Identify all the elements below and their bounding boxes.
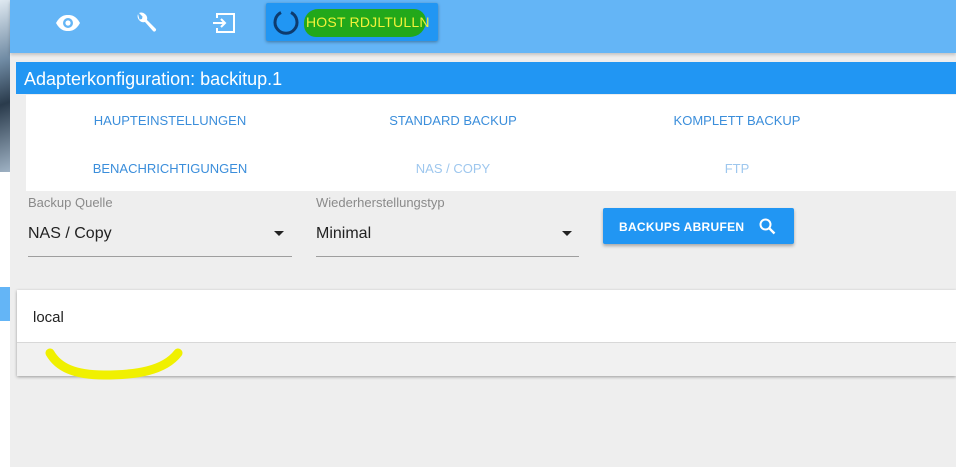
restore-type-label: Wiederherstellungstyp bbox=[316, 195, 445, 210]
tab-bar: HAUPTEINSTELLUNGEN STANDARD BACKUP KOMPL… bbox=[26, 95, 956, 191]
top-toolbar: HOST RDJLTULLN bbox=[10, 0, 956, 53]
restore-type-underline bbox=[316, 256, 579, 257]
left-accent-bar bbox=[0, 287, 10, 321]
tab-komplett-backup[interactable]: KOMPLETT BACKUP bbox=[593, 113, 881, 128]
logout-icon[interactable] bbox=[210, 9, 238, 37]
tab-haupteinstellungen[interactable]: HAUPTEINSTELLUNGEN bbox=[26, 113, 314, 128]
backup-source-select[interactable]: NAS / Copy bbox=[28, 225, 112, 243]
page-title: Adapterkonfiguration: backitup.1 bbox=[24, 69, 283, 89]
search-icon bbox=[759, 218, 776, 235]
tab-ftp[interactable]: FTP bbox=[593, 161, 881, 176]
tab-benachrichtigungen[interactable]: BENACHRICHTIGUNGEN bbox=[26, 161, 314, 176]
list-item-label: local bbox=[33, 309, 64, 326]
wrench-icon[interactable] bbox=[132, 9, 160, 37]
tab-standard-backup[interactable]: STANDARD BACKUP bbox=[309, 113, 597, 128]
chevron-down-icon[interactable] bbox=[562, 231, 572, 236]
host-button[interactable]: HOST RDJLTULLN bbox=[266, 3, 438, 41]
list-item[interactable]: local bbox=[17, 290, 956, 343]
fetch-backups-button[interactable]: BACKUPS ABRUFEN bbox=[603, 208, 794, 244]
backup-source-underline bbox=[28, 256, 292, 257]
power-icon bbox=[273, 11, 299, 35]
fetch-backups-label: BACKUPS ABRUFEN bbox=[619, 220, 745, 234]
background-photo bbox=[0, 0, 10, 172]
tab-nas-copy[interactable]: NAS / COPY bbox=[309, 161, 597, 176]
eye-icon[interactable] bbox=[54, 9, 82, 37]
backup-source-label: Backup Quelle bbox=[28, 195, 113, 210]
highlight-scribble bbox=[45, 348, 183, 380]
page: HOST RDJLTULLN Adapterkonfiguration: bac… bbox=[0, 0, 956, 467]
chevron-down-icon[interactable] bbox=[274, 231, 284, 236]
host-label: HOST RDJLTULLN bbox=[306, 14, 430, 30]
restore-type-select[interactable]: Minimal bbox=[316, 225, 371, 243]
panel-header: Adapterkonfiguration: backitup.1 bbox=[16, 62, 956, 94]
